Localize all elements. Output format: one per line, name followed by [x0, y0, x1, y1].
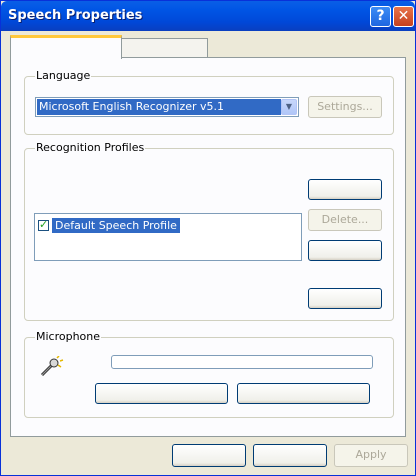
configure-microphone-button[interactable]	[237, 383, 370, 404]
cancel-button[interactable]	[253, 444, 327, 467]
recognizer-select[interactable]: Microsoft English Recognizer v5.1 ▼	[35, 97, 299, 117]
profiles-list[interactable]: Default Speech Profile	[34, 213, 302, 261]
microphone-legend: Microphone	[35, 330, 102, 343]
audio-level-meter	[111, 355, 373, 369]
tab-text-to-speech[interactable]	[120, 38, 208, 57]
close-button[interactable]: ✕	[393, 6, 414, 27]
language-legend: Language	[35, 69, 92, 82]
recognizer-selected-value: Microsoft English Recognizer v5.1	[37, 99, 281, 115]
ok-button[interactable]	[172, 444, 246, 467]
help-icon: ?	[376, 8, 385, 24]
profile-settings-button[interactable]	[308, 240, 382, 261]
audio-input-button[interactable]	[95, 383, 228, 404]
language-settings-button[interactable]: Settings...	[308, 96, 382, 118]
train-profile-button[interactable]	[308, 288, 382, 309]
tab-speech-recognition[interactable]	[10, 35, 122, 59]
chevron-down-icon[interactable]: ▼	[281, 99, 297, 115]
delete-profile-button[interactable]: Delete...	[308, 209, 382, 231]
recognition-profiles-legend: Recognition Profiles	[35, 141, 146, 154]
help-button[interactable]: ?	[370, 6, 391, 27]
speech-properties-window: Speech Properties ? ✕ Language Microsoft…	[0, 0, 416, 476]
new-profile-button[interactable]	[308, 179, 382, 200]
profile-label: Default Speech Profile	[52, 217, 180, 233]
profile-checkbox[interactable]	[38, 218, 49, 231]
apply-button[interactable]: Apply	[334, 444, 408, 467]
list-item[interactable]: Default Speech Profile	[38, 217, 180, 233]
close-icon: ✕	[397, 8, 410, 24]
window-title: Speech Properties	[8, 8, 143, 23]
title-bar: Speech Properties ? ✕	[1, 1, 415, 31]
microphone-group: Microphone	[24, 330, 394, 418]
microphone-icon	[40, 356, 64, 377]
